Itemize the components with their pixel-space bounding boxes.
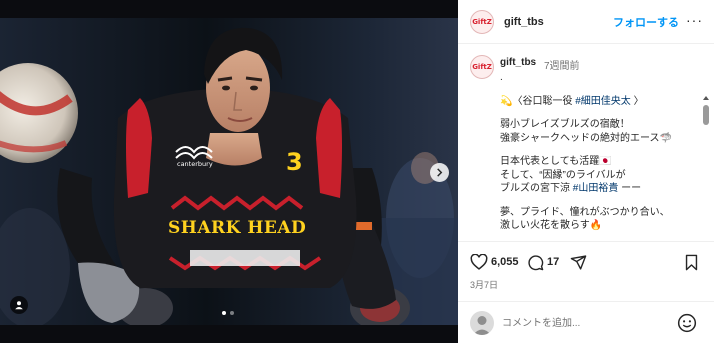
post-photo: canterbury 3 SHARK HEAD	[0, 18, 458, 325]
caption-username[interactable]: gift_tbs	[500, 57, 536, 68]
caption-line: 💫〈谷口聡一役 #細田佳央太 〉	[500, 95, 700, 109]
avatar-logo-text: GiftZ	[472, 17, 492, 26]
current-user-avatar	[470, 311, 494, 335]
media-letterbox-top	[0, 0, 458, 18]
caption-line: 弱小ブレイズブルズの宿敵！	[500, 119, 630, 130]
caption-line: ブルズの宮下涼 #山田裕貴 ーー	[500, 182, 700, 196]
jersey-brand-text: canterbury	[177, 160, 213, 168]
comment-bubble-icon	[528, 254, 544, 270]
caption-line: 夢、プライド、憧れがぶつかり合い、	[500, 206, 670, 218]
caption-text: . 💫〈谷口聡一役 #細田佳央太 〉弱小ブレイズブルズの宿敵！ 強豪シャークヘッドの…	[500, 71, 700, 233]
caption-area[interactable]: GiftZ gift_tbs 7週間前 . 💫〈谷口聡一役 #細田佳央太 〉弱小ブ…	[458, 45, 714, 241]
post-header: GiftZ gift_tbs フォローする ···	[458, 0, 714, 44]
carousel-dot	[230, 311, 234, 315]
like-count[interactable]: 6,055	[491, 256, 519, 268]
caption-line: 激しい火花を散らす🔥	[500, 220, 603, 231]
share-button[interactable]	[570, 252, 587, 272]
carousel-dot	[222, 311, 226, 315]
jersey-team-text: SHARK HEAD	[168, 218, 306, 238]
caption-timestamp: 7週間前	[544, 61, 580, 72]
user-tag-icon	[15, 301, 23, 310]
post-side-panel: GiftZ gift_tbs フォローする ··· GiftZ gift_tbs…	[458, 0, 714, 343]
caption-gap	[500, 85, 700, 95]
media-letterbox-bottom	[0, 325, 458, 343]
carousel-next-button[interactable]	[430, 163, 449, 182]
caption-gap	[500, 196, 700, 206]
post-date[interactable]: 3月7日	[470, 278, 498, 291]
default-user-icon	[473, 316, 491, 335]
jersey-number: 3	[286, 148, 303, 176]
carousel-indicator	[222, 311, 234, 315]
post-actions: 6,055 17 3月7日	[458, 241, 714, 301]
hashtag-link[interactable]: #山田裕貴	[573, 183, 619, 194]
caption-header: GiftZ	[470, 54, 494, 79]
caption-text-segment: 💫〈谷口聡一役	[500, 95, 576, 107]
bookmark-icon	[685, 254, 698, 270]
scroll-up-arrow-icon[interactable]	[703, 95, 709, 101]
profile-username[interactable]: gift_tbs	[504, 16, 544, 28]
caption-line: 強豪シャークヘッドの絶対的エース🦈	[500, 132, 672, 144]
paper-plane-icon	[570, 254, 587, 270]
caption-scrollbar[interactable]	[703, 105, 709, 125]
caption-line: そして、“因縁”のライバルが	[500, 169, 626, 181]
caption-line: 日本代表としても活躍🇯🇵	[500, 156, 612, 167]
caption-text-segment: 〉	[630, 95, 644, 107]
comment-button[interactable]: 17	[527, 252, 559, 272]
hashtag-link[interactable]: #細田佳央太	[575, 96, 631, 107]
follow-button[interactable]: フォローする	[613, 14, 679, 30]
chevron-right-icon	[437, 168, 443, 177]
post-media[interactable]: canterbury 3 SHARK HEAD	[0, 0, 458, 343]
tagged-users-button[interactable]	[10, 296, 28, 314]
more-options-icon[interactable]: ···	[686, 12, 703, 28]
caption-text-segment: ブルズの宮下涼	[500, 183, 573, 194]
like-button[interactable]: 6,055	[470, 252, 519, 272]
caption-line: .	[500, 72, 503, 83]
profile-avatar[interactable]: GiftZ	[470, 9, 494, 34]
avatar-logo-text: GiftZ	[472, 63, 492, 71]
caption-gap	[500, 145, 700, 155]
save-button[interactable]	[684, 252, 699, 272]
emoji-button[interactable]	[677, 313, 697, 338]
caption-text-segment: ーー	[618, 183, 642, 194]
heart-icon	[470, 254, 488, 270]
comment-bar	[458, 301, 714, 343]
comment-input[interactable]	[502, 313, 662, 333]
caption-gap	[500, 108, 700, 118]
smiley-icon	[677, 313, 697, 333]
caption-avatar[interactable]: GiftZ	[470, 55, 494, 79]
comment-count[interactable]: 17	[547, 256, 559, 268]
